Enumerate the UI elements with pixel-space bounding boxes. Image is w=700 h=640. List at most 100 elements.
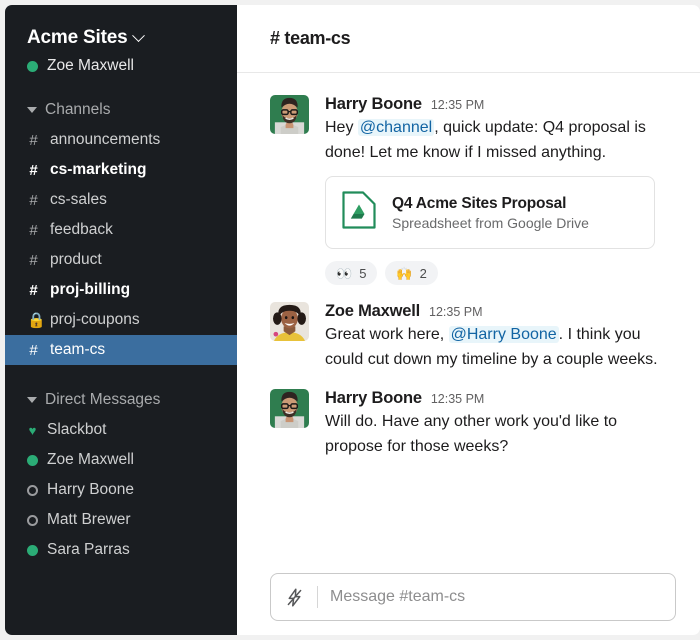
- hash-icon: #: [29, 281, 38, 299]
- message-input[interactable]: Message #team-cs: [330, 588, 465, 606]
- chevron-down-icon[interactable]: [132, 28, 146, 42]
- avatar-image: [270, 389, 309, 428]
- channel-name: feedback: [50, 221, 113, 238]
- dm-list: ♥ Slackbot Zoe Maxwell Harry Boone Matt Brew…: [5, 415, 237, 565]
- raised-hands-emoji-icon: 🙌: [396, 265, 413, 281]
- message-header: Harry Boone 12:35 PM: [325, 95, 676, 114]
- sidebar-dm-slackbot[interactable]: ♥ Slackbot: [5, 415, 237, 445]
- message-body: Harry Boone 12:35 PM Hey @channel, quick u…: [325, 95, 676, 285]
- dm-name: Harry Boone: [47, 481, 135, 498]
- workspace-header[interactable]: Acme Sites Zoe Maxwell: [5, 5, 237, 75]
- message-body: Zoe Maxwell 12:35 PM Great work here, @Har…: [325, 302, 676, 372]
- message-header: Zoe Maxwell 12:35 PM: [325, 302, 676, 321]
- google-drive-file-icon: [342, 191, 376, 229]
- dm-name: Sara Parras: [47, 541, 130, 558]
- sidebar-dm-harry-boone[interactable]: Harry Boone: [5, 475, 237, 505]
- current-user-name: Zoe Maxwell: [47, 57, 134, 74]
- workspace-switcher[interactable]: Acme Sites: [27, 27, 237, 49]
- composer-area: Message #team-cs: [237, 565, 700, 635]
- presence-active-icon: [27, 60, 38, 72]
- file-subtitle: Spreadsheet from Google Drive: [392, 214, 589, 231]
- sidebar-channel-cs-sales[interactable]: # cs-sales: [5, 185, 237, 215]
- file-attachment-card[interactable]: Q4 Acme Sites Proposal Spreadsheet from G…: [325, 176, 655, 249]
- sidebar-channel-product[interactable]: # product: [5, 245, 237, 275]
- message: Zoe Maxwell 12:35 PM Great work here, @Har…: [270, 302, 676, 372]
- message-author[interactable]: Harry Boone: [325, 95, 422, 114]
- channel-header: # team-cs: [237, 5, 700, 73]
- workspace-name: Acme Sites: [27, 27, 128, 48]
- presence-active-icon: [27, 544, 38, 556]
- presence-away-icon: [27, 514, 38, 526]
- lock-icon: 🔒: [27, 312, 46, 329]
- sidebar-dm-sara-parras[interactable]: Sara Parras: [5, 535, 237, 565]
- message-header: Harry Boone 12:35 PM: [325, 389, 676, 408]
- triangle-down-icon[interactable]: [27, 397, 37, 403]
- channel-name: proj-coupons: [50, 311, 140, 328]
- channel-name: team-cs: [50, 341, 106, 358]
- message-text-before: Hey: [325, 119, 358, 136]
- channel-title[interactable]: # team-cs: [270, 28, 351, 49]
- message-author[interactable]: Zoe Maxwell: [325, 302, 420, 321]
- avatar[interactable]: [270, 302, 309, 341]
- message-author[interactable]: Harry Boone: [325, 389, 422, 408]
- sidebar-dm-matt-brewer[interactable]: Matt Brewer: [5, 505, 237, 535]
- mention-link[interactable]: @channel: [357, 119, 435, 136]
- message-body: Harry Boone 12:35 PM Will do. Have any oth…: [325, 389, 676, 459]
- channel-name: product: [50, 251, 102, 268]
- hash-icon: #: [29, 251, 38, 269]
- reactions: 👀 5 🙌 2: [325, 261, 676, 285]
- sidebar-channel-proj-coupons[interactable]: 🔒 proj-coupons: [5, 305, 237, 335]
- lightning-bolt-icon[interactable]: [284, 587, 305, 608]
- message: Harry Boone 12:35 PM Hey @channel, quick u…: [270, 95, 676, 285]
- avatar[interactable]: [270, 95, 309, 134]
- reaction-eyes[interactable]: 👀 5: [325, 261, 378, 285]
- sidebar-channel-proj-billing[interactable]: # proj-billing: [5, 275, 237, 305]
- hash-icon: #: [29, 161, 38, 179]
- channel-list: # announcements # cs-marketing # cs-sales # fee…: [5, 125, 237, 365]
- sidebar-channel-team-cs[interactable]: # team-cs: [5, 335, 237, 365]
- slack-window: Acme Sites Zoe Maxwell Channels # announc…: [0, 0, 700, 640]
- google-drive-file-icon: [341, 190, 377, 235]
- hash-icon: #: [29, 131, 38, 149]
- channel-name: cs-sales: [50, 191, 107, 208]
- triangle-down-icon[interactable]: [27, 107, 37, 113]
- message-text-before: Great work here,: [325, 326, 449, 343]
- composer-divider: [317, 586, 318, 608]
- message: Harry Boone 12:35 PM Will do. Have any oth…: [270, 389, 676, 459]
- eyes-emoji-icon: 👀: [336, 265, 353, 281]
- reaction-raised-hands[interactable]: 🙌 2: [385, 261, 438, 285]
- sidebar-channel-announcements[interactable]: # announcements: [5, 125, 237, 155]
- sidebar-channel-feedback[interactable]: # feedback: [5, 215, 237, 245]
- message-timestamp: 12:35 PM: [429, 305, 483, 319]
- dm-name: Matt Brewer: [47, 511, 131, 528]
- presence-active-icon: [27, 454, 38, 466]
- dm-name: Slackbot: [47, 421, 107, 438]
- dm-name: Zoe Maxwell: [47, 451, 134, 468]
- channel-name: cs-marketing: [50, 161, 147, 178]
- hash-icon: #: [29, 341, 38, 359]
- channel-name: proj-billing: [50, 281, 131, 298]
- dms-section-header[interactable]: Direct Messages: [5, 391, 237, 409]
- message-composer[interactable]: Message #team-cs: [270, 573, 676, 621]
- channels-section-header[interactable]: Channels: [5, 101, 237, 119]
- sidebar: Acme Sites Zoe Maxwell Channels # announc…: [5, 5, 237, 635]
- current-user[interactable]: Zoe Maxwell: [27, 57, 237, 75]
- file-meta: Q4 Acme Sites Proposal Spreadsheet from G…: [392, 195, 589, 231]
- sidebar-channel-cs-marketing[interactable]: # cs-marketing: [5, 155, 237, 185]
- reaction-count: 2: [419, 265, 427, 281]
- file-title[interactable]: Q4 Acme Sites Proposal: [392, 195, 589, 213]
- hash-icon: #: [29, 221, 38, 239]
- reaction-count: 5: [359, 265, 367, 281]
- main-panel: # team-cs Harry Boone 12:35 PM Hey @channe…: [237, 5, 700, 635]
- channels-section-label: Channels: [45, 101, 111, 118]
- message-list: Harry Boone 12:35 PM Hey @channel, quick u…: [237, 73, 700, 565]
- presence-away-icon: [27, 484, 38, 496]
- message-text-before: Will do. Have any other work you'd like …: [325, 413, 618, 455]
- dms-section-label: Direct Messages: [45, 391, 161, 408]
- slackbot-heart-icon: ♥: [28, 422, 37, 438]
- message-text: Hey @channel, quick update: Q4 proposal …: [325, 115, 676, 165]
- message-text: Great work here, @Harry Boone. I think y…: [325, 322, 676, 372]
- sidebar-dm-zoe-maxwell[interactable]: Zoe Maxwell: [5, 445, 237, 475]
- mention-link[interactable]: @Harry Boone: [448, 326, 559, 343]
- avatar[interactable]: [270, 389, 309, 428]
